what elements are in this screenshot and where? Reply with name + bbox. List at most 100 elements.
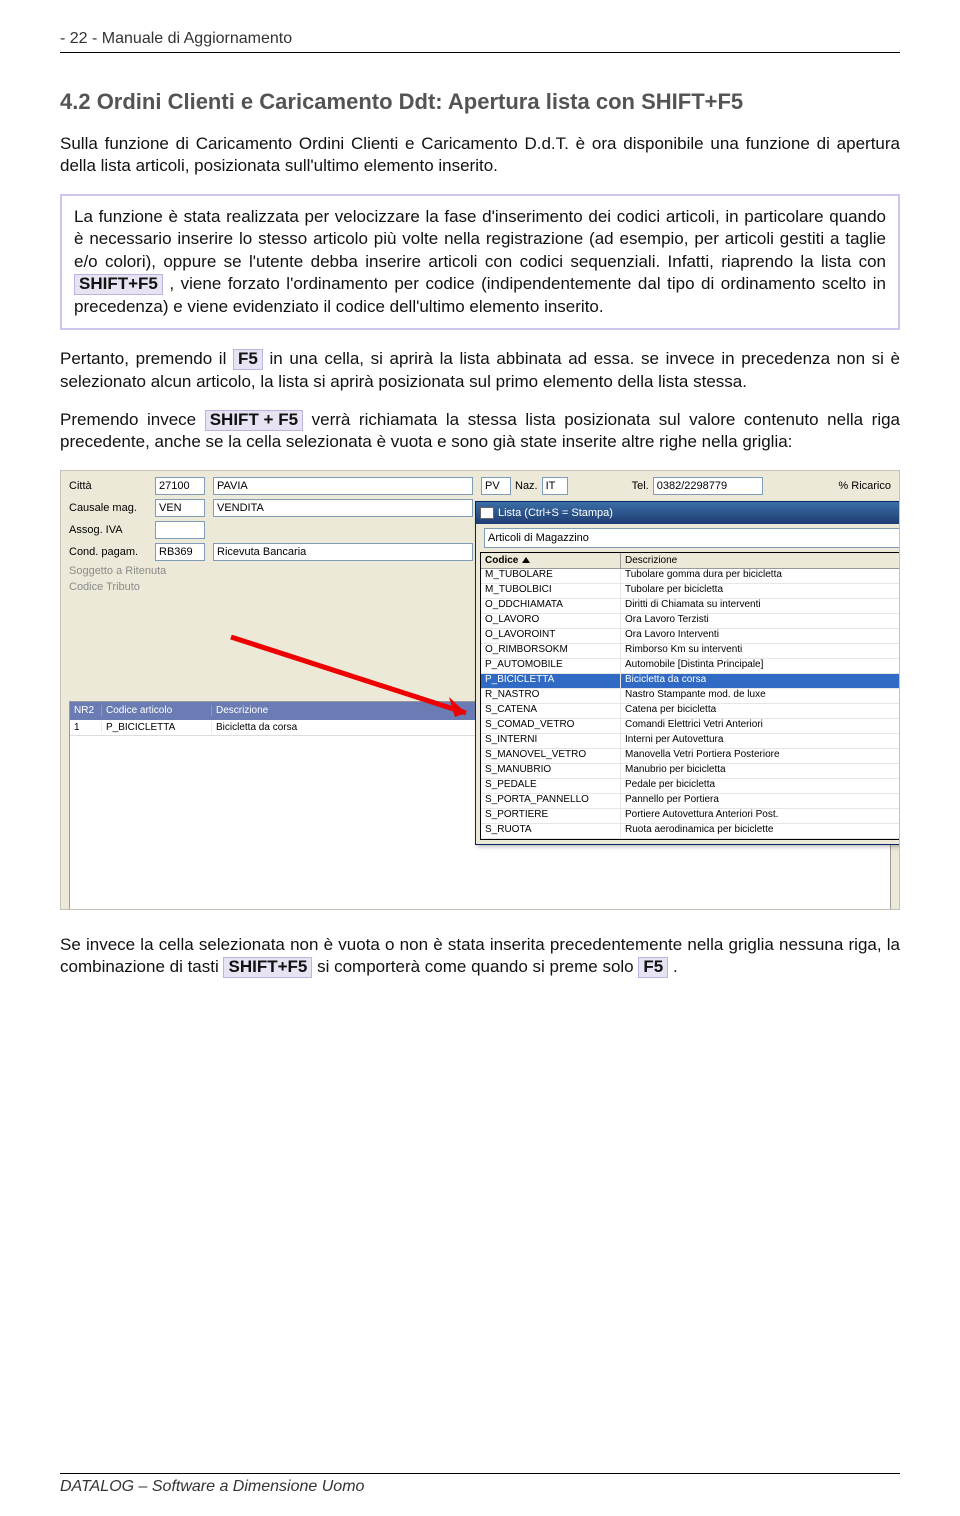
list-col-descrizione[interactable]: Descrizione [621, 553, 900, 568]
cond-desc-field[interactable] [213, 543, 473, 561]
list-item-desc: Pannello per Portiera [621, 794, 900, 808]
list-item[interactable]: S_PEDALEPedale per bicicletta [481, 779, 900, 794]
list-item-code: S_COMAD_VETRO [481, 719, 621, 733]
callout-text-b: , viene forzato l'ordinamento per codice… [74, 274, 886, 315]
list-item[interactable]: R_NASTRONastro Stampante mod. de luxe [481, 689, 900, 704]
prov-field[interactable] [481, 477, 511, 495]
list-item-code: R_NASTRO [481, 689, 621, 703]
list-item-code: S_RUOTA [481, 824, 621, 838]
list-item-code: O_RIMBORSOKM [481, 644, 621, 658]
list-item-code: M_TUBOLARE [481, 569, 621, 583]
lbl-ricarico: % Ricarico [838, 480, 891, 492]
list-item-desc: Portiere Autovettura Anteriori Post. [621, 809, 900, 823]
list-item[interactable]: P_AUTOMOBILEAutomobile [Distinta Princip… [481, 659, 900, 674]
list-item-code: S_PORTA_PANNELLO [481, 794, 621, 808]
list-item[interactable]: S_MANOVEL_VETROManovella Vetri Portiera … [481, 749, 900, 764]
list-item-desc: Comandi Elettrici Vetri Anteriori [621, 719, 900, 733]
list-item-desc: Bicicletta da corsa [621, 674, 900, 688]
page-header: - 22 - Manuale di Aggiornamento [60, 30, 900, 53]
section-title: 4.2 Ordini Clienti e Caricamento Ddt: Ap… [60, 89, 900, 115]
lista-popup[interactable]: Lista (Ctrl+S = Stampa) _ □ × Codice [475, 501, 900, 845]
list-item[interactable]: S_INTERNIInterni per Autovettura [481, 734, 900, 749]
sort-asc-icon [522, 557, 530, 563]
list-item-code: S_PEDALE [481, 779, 621, 793]
kbd-shift-plus-f5: SHIFT + F5 [205, 410, 303, 431]
list-item-code: S_PORTIERE [481, 809, 621, 823]
kbd-shift-f5: SHIFT+F5 [74, 274, 163, 295]
list-item[interactable]: S_PORTIEREPortiere Autovettura Anteriori… [481, 809, 900, 824]
lbl-cond: Cond. pagam. [69, 546, 151, 558]
list-item[interactable]: O_DDCHIAMATADiritti di Chiamata su inter… [481, 599, 900, 614]
list-item-desc: Manubrio per bicicletta [621, 764, 900, 778]
list-item-code: O_LAVORO [481, 614, 621, 628]
kbd-shift-f5-2: SHIFT+F5 [223, 957, 312, 978]
list-item-desc: Tubolare per bicicletta [621, 584, 900, 598]
list-item[interactable]: M_TUBOLARETubolare gomma dura per bicicl… [481, 569, 900, 584]
list-item[interactable]: S_CATENACatena per bicicletta [481, 704, 900, 719]
lbl-soggetto: Soggetto a Ritenuta [69, 565, 189, 577]
lbl-assog: Assog. IVA [69, 524, 151, 536]
list-item[interactable]: O_RIMBORSOKMRimborso Km su interventi [481, 644, 900, 659]
list-item-code: O_LAVOROINT [481, 629, 621, 643]
page-footer: DATALOG – Software a Dimensione Uomo [60, 1473, 900, 1496]
list-item-code: M_TUBOLBICI [481, 584, 621, 598]
list-item-desc: Catena per bicicletta [621, 704, 900, 718]
application-screenshot: Città Naz. Tel. % Ricarico Causale mag. … [60, 470, 900, 910]
city-field[interactable] [213, 477, 473, 495]
lbl-naz: Naz. [515, 480, 538, 492]
para2-a: Pertanto, premendo il [60, 349, 233, 368]
causale-code-field[interactable] [155, 499, 205, 517]
kbd-f5: F5 [233, 349, 263, 370]
list-item[interactable]: O_LAVOROOra Lavoro Terzisti [481, 614, 900, 629]
list-item-desc: Ora Lavoro Interventi [621, 629, 900, 643]
highlight-box: La funzione è stata realizzata per veloc… [60, 194, 900, 330]
list-item[interactable]: S_COMAD_VETROComandi Elettrici Vetri Ant… [481, 719, 900, 734]
list-item-desc: Interni per Autovettura [621, 734, 900, 748]
col-nr[interactable]: NR2 [70, 705, 102, 716]
para3-a: Premendo invece [60, 410, 205, 429]
list-item[interactable]: S_MANUBRIOManubrio per bicicletta [481, 764, 900, 779]
para4-b: si comporterà come quando si preme solo [317, 957, 638, 976]
tel-field[interactable] [653, 477, 763, 495]
list-item-desc: Automobile [Distinta Principale] [621, 659, 900, 673]
list-item-desc: Ora Lavoro Terzisti [621, 614, 900, 628]
para4-c: . [673, 957, 678, 976]
list-item-code: S_INTERNI [481, 734, 621, 748]
callout-text-a: La funzione è stata realizzata per veloc… [74, 207, 886, 271]
list-item[interactable]: S_PORTA_PANNELLOPannello per Portiera [481, 794, 900, 809]
list-item-code: S_MANUBRIO [481, 764, 621, 778]
list-item-desc: Rimborso Km su interventi [621, 644, 900, 658]
list-item-desc: Diritti di Chiamata su interventi [621, 599, 900, 613]
cap-field[interactable] [155, 477, 205, 495]
list-icon [480, 507, 494, 519]
list-item-desc: Manovella Vetri Portiera Posteriore [621, 749, 900, 763]
cell-nr: 1 [70, 722, 102, 733]
list-item[interactable]: P_BICICLETTABicicletta da corsa [481, 674, 900, 689]
cell-codice[interactable]: P_BICICLETTA [102, 722, 212, 733]
popup-title-text: Lista (Ctrl+S = Stampa) [498, 507, 613, 519]
list-item[interactable]: O_LAVOROINTOra Lavoro Interventi [481, 629, 900, 644]
lbl-tel: Tel. [632, 480, 649, 492]
list-item[interactable]: S_RUOTARuota aerodinamica per biciclette [481, 824, 900, 839]
causale-desc-field[interactable] [213, 499, 473, 517]
list-item-code: S_MANOVEL_VETRO [481, 749, 621, 763]
assog-field[interactable] [155, 521, 205, 539]
lbl-codtrib: Codice Tributo [69, 581, 189, 593]
intro-paragraph: Sulla funzione di Caricamento Ordini Cli… [60, 133, 900, 178]
kbd-f5-2: F5 [638, 957, 668, 978]
list-item-code: O_DDCHIAMATA [481, 599, 621, 613]
list-item-desc: Nastro Stampante mod. de luxe [621, 689, 900, 703]
list-item-code: P_BICICLETTA [481, 674, 621, 688]
col-codice[interactable]: Codice articolo [102, 705, 212, 716]
popup-combo[interactable] [484, 528, 900, 548]
cond-code-field[interactable] [155, 543, 205, 561]
list-item-code: S_CATENA [481, 704, 621, 718]
popup-list[interactable]: Codice Descrizione M_TUBOLARETubolare go… [480, 552, 900, 840]
list-item-desc: Tubolare gomma dura per bicicletta [621, 569, 900, 583]
list-item-code: P_AUTOMOBILE [481, 659, 621, 673]
lbl-citta: Città [69, 480, 151, 492]
list-item[interactable]: M_TUBOLBICITubolare per bicicletta [481, 584, 900, 599]
naz-field[interactable] [542, 477, 568, 495]
list-item-desc: Ruota aerodinamica per biciclette [621, 824, 900, 838]
list-col-codice[interactable]: Codice [481, 553, 621, 568]
